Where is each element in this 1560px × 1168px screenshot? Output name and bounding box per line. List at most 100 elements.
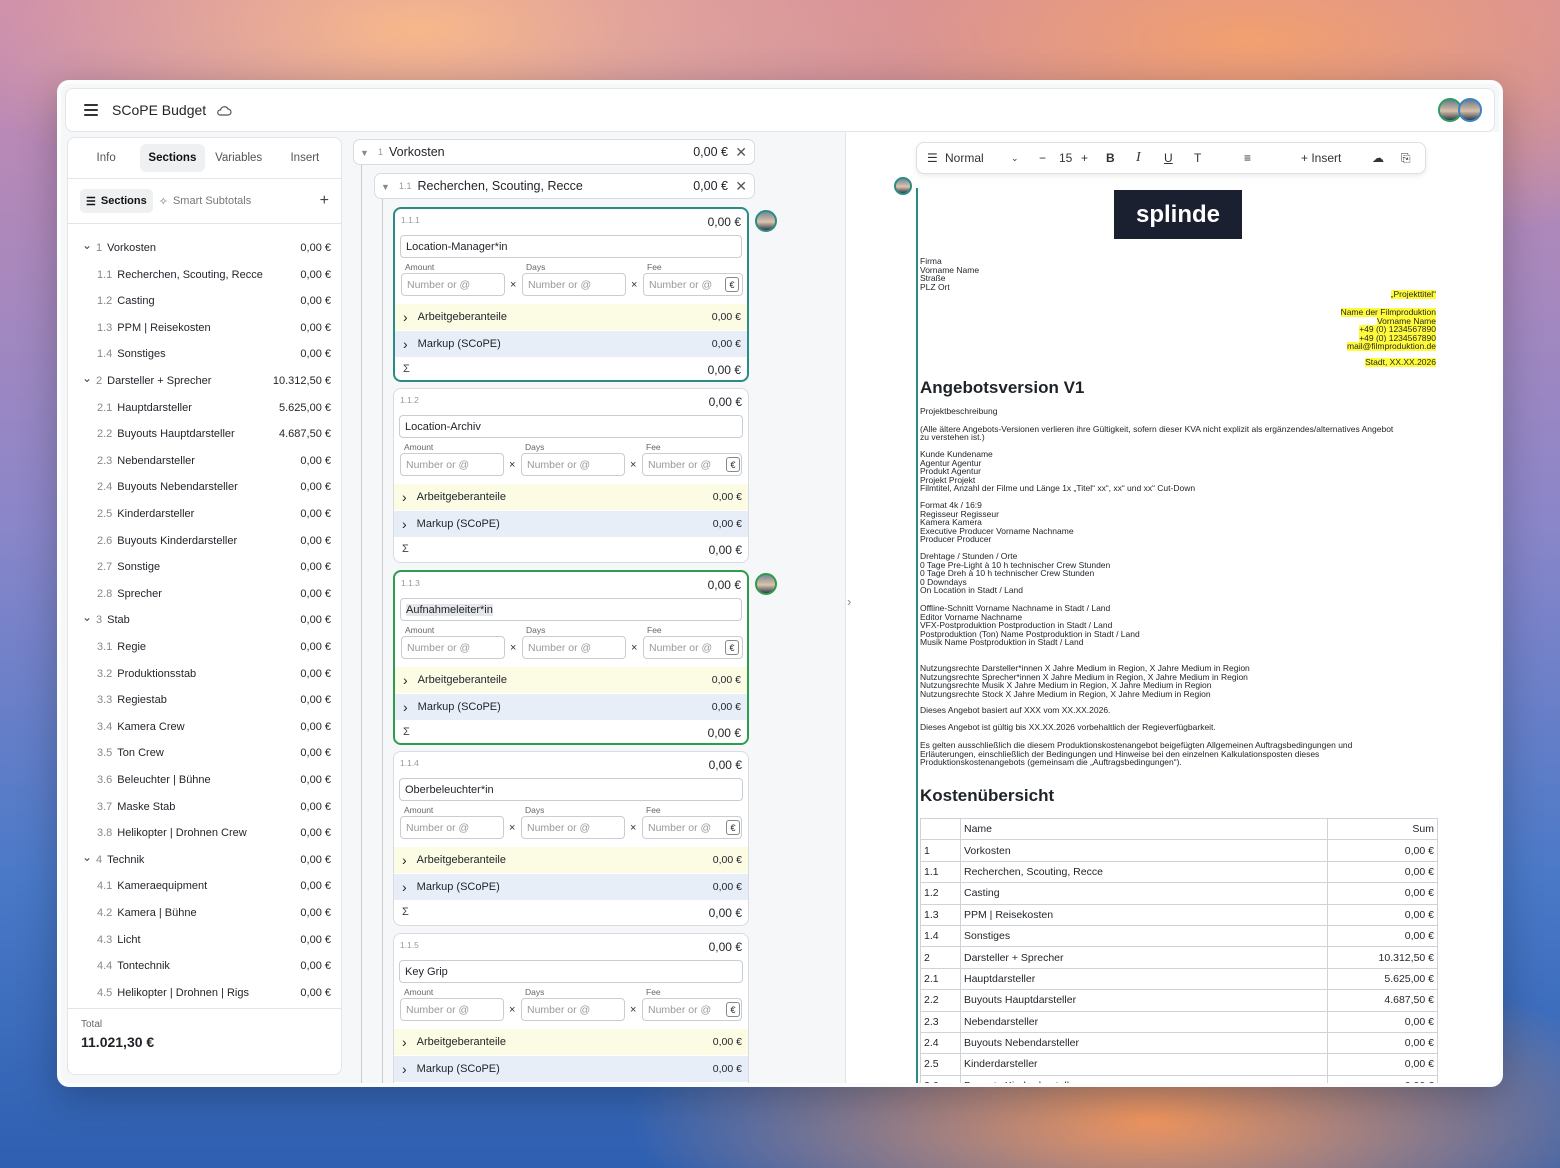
section-tree-item[interactable]: ⌄ 3 Stab 0,00 € [68,607,341,633]
section-tree-item[interactable]: 2.5 Kinderdarsteller 0,00 € [68,501,341,527]
markup-row[interactable]: › Markup (SCoPE) 0,00 € [394,511,748,537]
line-item-card[interactable]: 1.1.5 0,00 € Key Grip Amount Number or @ Days… [393,933,749,1083]
arbeitgeberanteile-row[interactable]: › Arbeitgeberanteile 0,00 € [395,667,747,693]
chevron-down-icon[interactable]: ⌄ [1011,153,1019,164]
cloud-download-icon[interactable]: ☁ [1372,151,1384,165]
section-tree-item[interactable]: 3.5 Ton Crew 0,00 € [68,740,341,766]
collapse-icon[interactable]: ▼ [381,182,390,192]
italic-button[interactable]: I [1136,150,1141,166]
section-tree-item[interactable]: 3.7 Maske Stab 0,00 € [68,794,341,820]
markup-row[interactable]: › Markup (SCoPE) 0,00 € [395,694,747,720]
section-tree-item[interactable]: 2.1 Hauptdarsteller 5.625,00 € [68,395,341,421]
amount-input[interactable]: Number or @ [401,636,505,659]
chevron-right-icon[interactable]: › [402,852,407,868]
chevron-right-icon[interactable]: › [402,516,407,532]
text-format-button[interactable]: T [1194,151,1201,165]
arbeitgeberanteile-row[interactable]: › Arbeitgeberanteile 0,00 € [395,304,747,330]
line-item-name-input[interactable]: Key Grip [399,960,743,983]
section-tree-item[interactable]: ⌄ 4 Technik 0,00 € [68,847,341,873]
sub-tab-sections[interactable]: ☰ Sections [80,189,153,213]
export-icon[interactable]: ⎘ [1401,151,1411,166]
menu-icon[interactable] [84,104,98,116]
currency-button[interactable]: € [726,820,740,835]
avatar[interactable] [1458,98,1482,122]
subsection-header[interactable]: ▼ 1.1 Recherchen, Scouting, Recce 0,00 €… [374,173,755,199]
decrease-size-button[interactable]: − [1039,151,1046,165]
section-tree-item[interactable]: 2.8 Sprecher 0,00 € [68,581,341,607]
markup-row[interactable]: › Markup (SCoPE) 0,00 € [394,1056,748,1082]
section-tree-item[interactable]: 1.1 Recherchen, Scouting, Recce 0,00 € [68,262,341,288]
insert-button[interactable]: + Insert [1301,151,1341,165]
bold-button[interactable]: B [1106,151,1115,165]
section-tree-item[interactable]: 2.3 Nebendarsteller 0,00 € [68,448,341,474]
chevron-right-icon[interactable]: › [403,672,408,688]
line-item-name-input[interactable]: Location-Archiv [399,415,743,438]
section-tree-item[interactable]: 2.2 Buyouts Hauptdarsteller 4.687,50 € [68,421,341,447]
line-item-card[interactable]: 1.1.4 0,00 € Oberbeleuchter*in Amount Number… [393,751,749,926]
chevron-down-icon[interactable]: ⌄ [82,371,92,385]
avatar[interactable] [894,177,912,195]
chevron-right-icon[interactable]: › [403,309,408,325]
arbeitgeberanteile-row[interactable]: › Arbeitgeberanteile 0,00 € [394,1029,748,1055]
chevron-down-icon[interactable]: ⌄ [82,610,92,624]
chevron-right-icon[interactable]: › [402,879,407,895]
chevron-down-icon[interactable]: ⌄ [82,238,92,252]
font-size-value[interactable]: 15 [1059,151,1072,165]
underline-button[interactable]: U [1164,151,1173,165]
days-input[interactable]: Number or @ [521,816,625,839]
section-tree-item[interactable]: 3.4 Kamera Crew 0,00 € [68,714,341,740]
section-tree-item[interactable]: 4.2 Kamera | Bühne 0,00 € [68,900,341,926]
section-tree-item[interactable]: 4.1 Kameraequipment 0,00 € [68,873,341,899]
line-item-name-input[interactable]: Aufnahmeleiter*in [400,598,742,621]
tab-info[interactable]: Info [74,144,138,172]
add-section-button[interactable]: + [320,192,329,210]
style-select[interactable]: Normal [945,151,984,165]
chevron-right-icon[interactable]: › [402,1034,407,1050]
section-tree-item[interactable]: 2.4 Buyouts Nebendarsteller 0,00 € [68,474,341,500]
arbeitgeberanteile-row[interactable]: › Arbeitgeberanteile 0,00 € [394,847,748,873]
section-tree-item[interactable]: ⌄ 1 Vorkosten 0,00 € [68,235,341,261]
days-input[interactable]: Number or @ [522,273,626,296]
section-tree-item[interactable]: 3.2 Produktionsstab 0,00 € [68,661,341,687]
line-item-name-input[interactable]: Location-Manager*in [400,235,742,258]
amount-input[interactable]: Number or @ [400,453,504,476]
section-tree-item[interactable]: 1.2 Casting 0,00 € [68,288,341,314]
section-tree-item[interactable]: 3.1 Regie 0,00 € [68,634,341,660]
markup-row[interactable]: › Markup (SCoPE) 0,00 € [395,331,747,357]
line-item-card[interactable]: 1.1.1 0,00 € Location-Manager*in Amount Numb… [393,207,749,382]
increase-size-button[interactable]: + [1081,151,1088,165]
align-button[interactable]: ≡ [1244,151,1251,165]
currency-button[interactable]: € [725,640,739,655]
line-item-card[interactable]: 1.1.3 0,00 € Aufnahmeleiter*in Amount Number… [393,570,749,745]
section-tree-item[interactable]: 3.3 Regiestab 0,00 € [68,687,341,713]
chevron-right-icon[interactable]: › [847,594,851,609]
days-input[interactable]: Number or @ [521,998,625,1021]
amount-input[interactable]: Number or @ [400,998,504,1021]
currency-button[interactable]: € [726,1002,740,1017]
currency-button[interactable]: € [726,457,740,472]
tab-insert[interactable]: Insert [273,144,337,172]
chevron-right-icon[interactable]: › [402,1061,407,1077]
days-input[interactable]: Number or @ [522,636,626,659]
avatar[interactable] [755,573,777,595]
markup-row[interactable]: › Markup (SCoPE) 0,00 € [394,874,748,900]
avatar[interactable] [755,210,777,232]
amount-input[interactable]: Number or @ [400,816,504,839]
close-icon[interactable]: ✕ [735,178,747,195]
section-tree-item[interactable]: 1.3 PPM | Reisekosten 0,00 € [68,315,341,341]
section-tree-item[interactable]: 3.8 Helikopter | Drohnen Crew 0,00 € [68,820,341,846]
tab-variables[interactable]: Variables [207,144,271,172]
arbeitgeberanteile-row[interactable]: › Arbeitgeberanteile 0,00 € [394,484,748,510]
line-item-name-input[interactable]: Oberbeleuchter*in [399,778,743,801]
tab-sections[interactable]: Sections [140,144,205,172]
chevron-right-icon[interactable]: › [403,336,408,352]
chevron-right-icon[interactable]: › [402,489,407,505]
collapse-icon[interactable]: ▼ [360,148,369,158]
sub-tab-smart-subtotals[interactable]: ✧ Smart Subtotals [153,189,257,213]
section-tree-item[interactable]: 3.6 Beleuchter | Bühne 0,00 € [68,767,341,793]
line-item-card[interactable]: 1.1.2 0,00 € Location-Archiv Amount Number o… [393,388,749,563]
section-header[interactable]: ▼ 1 Vorkosten 0,00 € ✕ [353,139,755,165]
amount-input[interactable]: Number or @ [401,273,505,296]
section-tree-item[interactable]: 4.3 Licht 0,00 € [68,927,341,953]
days-input[interactable]: Number or @ [521,453,625,476]
